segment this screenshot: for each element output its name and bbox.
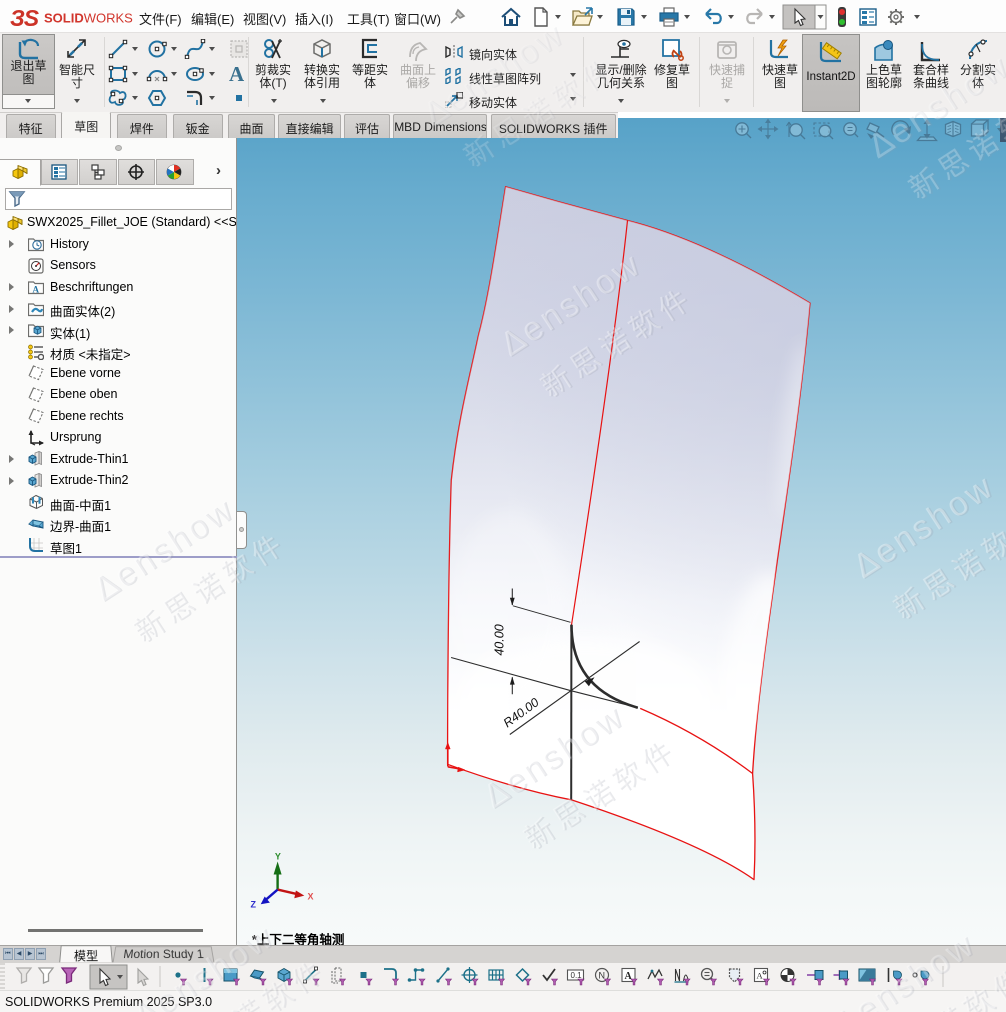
svg-text:Z: Z <box>251 900 257 910</box>
svg-text:A: A <box>757 971 764 981</box>
svg-text:A: A <box>625 971 633 982</box>
svg-text:40.00: 40.00 <box>493 624 507 655</box>
svg-text:A: A <box>33 285 40 295</box>
svg-text:0.1: 0.1 <box>571 971 583 980</box>
svg-text:Y: Y <box>275 852 281 862</box>
svg-text:N: N <box>599 971 606 981</box>
svg-text:ЗS: ЗS <box>10 5 40 29</box>
svg-text:X: X <box>308 892 314 902</box>
svg-text:SOLIDWORKS: SOLIDWORKS <box>44 11 133 26</box>
